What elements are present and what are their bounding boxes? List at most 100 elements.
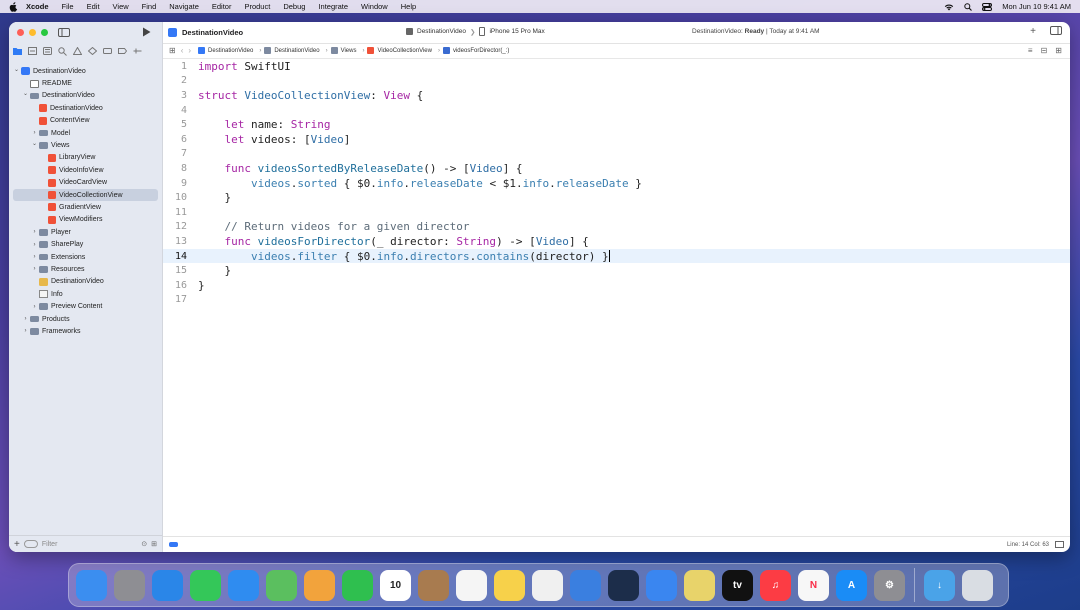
test-navigator-icon[interactable] — [87, 46, 97, 56]
tree-item[interactable]: › Frameworks — [9, 325, 162, 337]
menu-file[interactable]: File — [62, 2, 74, 11]
dock-downloads-icon[interactable]: ↓ — [924, 569, 955, 601]
menu-app-name[interactable]: Xcode — [26, 2, 49, 11]
chevron-right-icon[interactable]: › — [31, 130, 38, 136]
run-destination[interactable]: iPhone 15 Pro Max — [489, 28, 544, 35]
chevron-down-icon[interactable]: ⌄ — [31, 140, 38, 147]
scheme-selector[interactable]: DestinationVideo ❯ iPhone 15 Pro Max — [406, 27, 545, 36]
code-line[interactable]: 4 — [163, 103, 1070, 118]
chevron-right-icon[interactable]: › — [31, 254, 38, 260]
tree-item[interactable]: DestinationVideo — [9, 102, 162, 114]
run-button[interactable] — [142, 27, 151, 39]
issue-navigator-icon[interactable] — [72, 46, 82, 56]
code-line[interactable]: 12 // Return videos for a given director — [163, 220, 1070, 235]
chevron-down-icon[interactable]: ⌄ — [22, 90, 29, 97]
dock-simulator-icon[interactable] — [646, 569, 677, 601]
back-icon[interactable]: ‹ — [181, 46, 184, 55]
dock-reality-composer-icon[interactable] — [684, 569, 715, 601]
debug-navigator-icon[interactable] — [102, 46, 112, 56]
tree-item[interactable]: › Resources — [9, 263, 162, 275]
menu-editor[interactable]: Editor — [212, 2, 232, 11]
dock-finder-icon[interactable] — [76, 569, 107, 601]
dock-contacts-icon[interactable] — [418, 569, 449, 601]
tree-item[interactable]: GradientView — [9, 201, 162, 213]
tree-item[interactable]: › SharePlay — [9, 238, 162, 250]
menu-view[interactable]: View — [113, 2, 129, 11]
tree-item[interactable]: ⌄ Views — [9, 139, 162, 151]
tree-item[interactable]: › Model — [9, 127, 162, 139]
dock-system-settings-icon[interactable]: ⚙ — [874, 569, 905, 601]
minimize-window-button[interactable] — [29, 29, 36, 36]
code-line[interactable]: 9 videos. sorted { $0. info. releaseDate < … — [163, 176, 1070, 191]
report-navigator-icon[interactable] — [132, 46, 142, 56]
tree-item[interactable]: VideoInfoView — [9, 164, 162, 176]
menu-window[interactable]: Window — [361, 2, 388, 11]
related-items-icon[interactable]: ⊞ — [169, 46, 176, 55]
tree-item[interactable]: › Extensions — [9, 251, 162, 263]
code-line[interactable]: 3 struct VideoCollectionView: View { — [163, 88, 1070, 103]
library-add-icon[interactable]: + — [1030, 26, 1036, 38]
chevron-right-icon[interactable]: › — [31, 304, 38, 310]
dock-instruments-icon[interactable] — [608, 569, 639, 601]
inspector-toggle-icon[interactable] — [1050, 26, 1062, 38]
chevron-right-icon[interactable]: › — [31, 229, 38, 235]
tree-item[interactable]: ContentView — [9, 115, 162, 127]
tree-item[interactable]: VideoCollectionView — [13, 188, 158, 202]
dock-reminders-icon[interactable] — [456, 569, 487, 601]
close-window-button[interactable] — [17, 29, 24, 36]
search-icon[interactable] — [964, 2, 973, 11]
chevron-right-icon[interactable]: › — [22, 328, 29, 334]
tree-item[interactable]: › Preview Content — [9, 300, 162, 312]
code-line[interactable]: 11 — [163, 205, 1070, 220]
dock-maps-icon[interactable] — [266, 569, 297, 601]
filter-input[interactable]: Filter — [42, 541, 141, 548]
project-navigator-icon[interactable] — [12, 46, 22, 56]
dock-app-store-icon[interactable]: A — [836, 569, 867, 601]
filter-options-icon[interactable] — [23, 540, 38, 548]
dock-calendar-icon[interactable]: 10 — [380, 569, 411, 601]
filter-scope-icon[interactable]: ⊞ — [151, 540, 157, 548]
code-line[interactable]: 6 let videos: [Video] — [163, 132, 1070, 147]
dock-mail-icon[interactable] — [228, 569, 259, 601]
source-control-navigator-icon[interactable] — [27, 46, 37, 56]
tree-item[interactable]: VideoCardView — [9, 177, 162, 189]
code-line[interactable]: 13 func videosForDirector (_ director: St… — [163, 234, 1070, 249]
breadcrumb-folder[interactable]: Views — [330, 47, 356, 54]
code-line[interactable]: 7 — [163, 147, 1070, 162]
find-navigator-icon[interactable] — [57, 46, 67, 56]
dock-launchpad-icon[interactable] — [114, 569, 145, 601]
control-center-icon[interactable] — [982, 2, 993, 11]
symbol-navigator-icon[interactable] — [42, 46, 52, 56]
sidebar-toggle-icon[interactable] — [58, 28, 70, 39]
add-icon[interactable]: + — [14, 539, 20, 550]
tree-item[interactable]: › Products — [9, 313, 162, 325]
menu-debug[interactable]: Debug — [283, 2, 305, 11]
menu-navigate[interactable]: Navigate — [169, 2, 199, 11]
code-line[interactable]: 15 } — [163, 263, 1070, 278]
debug-area-toggle-icon[interactable] — [169, 542, 178, 547]
chevron-right-icon[interactable]: › — [31, 266, 38, 272]
split-editor-icon[interactable]: ⊟ — [1041, 46, 1048, 55]
tree-item[interactable]: ⌄ DestinationVideo — [9, 65, 162, 77]
apple-menu-icon[interactable] — [8, 1, 18, 12]
dock-xcode-icon[interactable] — [570, 569, 601, 601]
dock-facetime-icon[interactable] — [342, 569, 373, 601]
dock-tv-icon[interactable]: tv — [722, 569, 753, 601]
menu-edit[interactable]: Edit — [87, 2, 100, 11]
dock-freeform-icon[interactable] — [532, 569, 563, 601]
dock-notes-icon[interactable] — [494, 569, 525, 601]
tree-item[interactable]: ⌄ DestinationVideo — [9, 90, 162, 102]
dock-trash-icon[interactable] — [962, 569, 993, 601]
chevron-right-icon[interactable]: › — [31, 242, 38, 248]
tree-item[interactable]: README — [9, 77, 162, 89]
code-line[interactable]: 2 — [163, 74, 1070, 89]
breadcrumb-symbol[interactable]: videosForDirector(_:) — [442, 47, 509, 54]
code-line[interactable]: 17 — [163, 293, 1070, 308]
code-line[interactable]: 1 import SwiftUI — [163, 59, 1070, 74]
chevron-right-icon[interactable]: › — [22, 316, 29, 322]
code-line[interactable]: 16} — [163, 278, 1070, 293]
editor-options-icon[interactable]: ≡ — [1028, 46, 1033, 55]
tree-item[interactable]: DestinationVideo — [9, 276, 162, 288]
wifi-icon[interactable] — [944, 3, 954, 11]
zoom-window-button[interactable] — [41, 29, 48, 36]
